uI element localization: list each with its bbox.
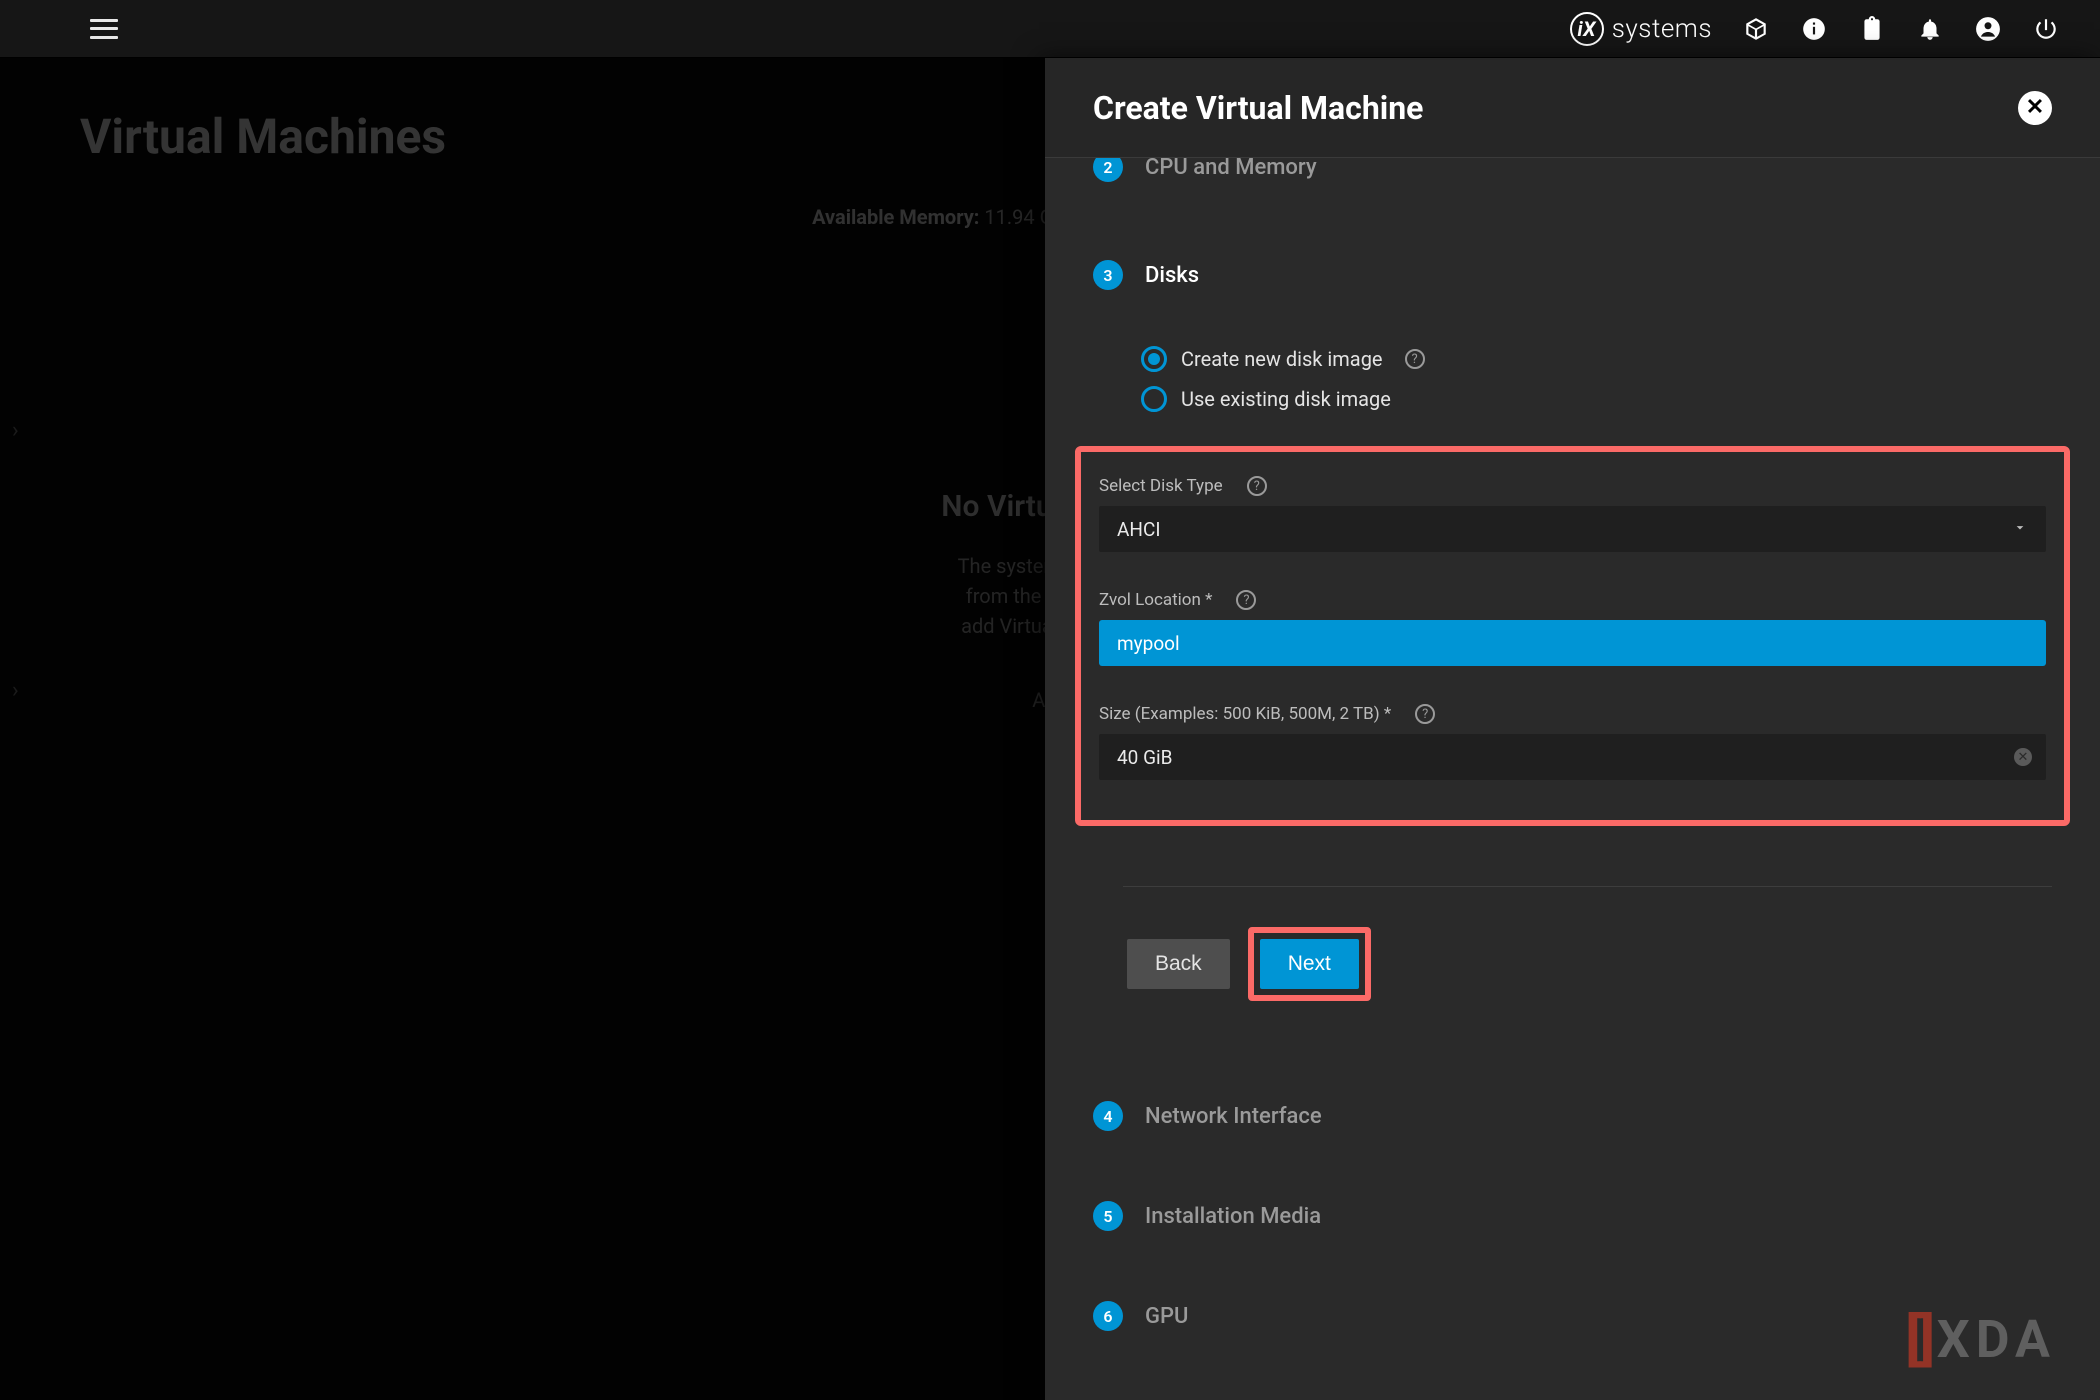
radio-label: Use existing disk image [1181,387,1391,411]
radio-use-existing-disk[interactable]: Use existing disk image [1141,386,2052,412]
panel-body: 2 CPU and Memory 3 Disks Create new disk… [1045,158,2100,1400]
create-vm-panel: Create Virtual Machine ✕ 2 CPU and Memor… [1045,58,2100,1400]
step-label: CPU and Memory [1145,158,1317,180]
panel-title: Create Virtual Machine [1093,89,1423,127]
clipboard-icon[interactable] [1858,15,1886,43]
help-icon[interactable]: ? [1247,476,1267,496]
step-label: Installation Media [1145,1204,1321,1229]
field-label: Size (Examples: 500 KiB, 500M, 2 TB) * [1099,704,1391,724]
help-icon[interactable]: ? [1405,349,1425,369]
field-zvol-location: Zvol Location * ? mypool [1099,590,2046,666]
step-number: 2 [1093,158,1123,182]
chevron-right-icon: › [12,418,19,443]
radio-icon [1141,386,1167,412]
radio-label: Create new disk image [1181,347,1383,371]
xda-watermark: [ ] XDA [1906,1306,2056,1372]
input-value: mypool [1117,632,1180,655]
zvol-location-input[interactable]: mypool [1099,620,2046,666]
step-number: 3 [1093,260,1123,290]
step-label: Network Interface [1145,1104,1322,1129]
wizard-buttons: Back Next [1127,927,2052,1001]
power-icon[interactable] [2032,15,2060,43]
chevron-down-icon [2012,518,2028,541]
disk-source-radio-group: Create new disk image ? Use existing dis… [1141,346,2052,412]
select-value: AHCI [1117,518,1160,541]
radio-create-new-disk[interactable]: Create new disk image ? [1141,346,2052,372]
field-size: Size (Examples: 500 KiB, 500M, 2 TB) * ?… [1099,704,2046,780]
help-icon[interactable]: ? [1236,590,1256,610]
step-label: Disks [1145,263,1199,288]
back-button[interactable]: Back [1127,939,1230,989]
step-installation-media[interactable]: 5 Installation Media [1093,1201,2052,1231]
help-icon[interactable]: ? [1415,704,1435,724]
watermark-text: XDA [1937,1309,2056,1370]
disk-type-select[interactable]: AHCI [1099,506,2046,552]
chevron-right-icon: › [12,678,19,703]
close-icon[interactable]: ✕ [2018,91,2052,125]
step-number: 5 [1093,1201,1123,1231]
step-label: GPU [1145,1304,1188,1329]
brand-text: systems [1612,14,1712,44]
step-cpu-memory[interactable]: 2 CPU and Memory [1093,158,2052,182]
panel-header: Create Virtual Machine ✕ [1045,58,2100,158]
menu-icon[interactable] [90,19,118,39]
field-disk-type: Select Disk Type ? AHCI [1099,476,2046,552]
step-number: 6 [1093,1301,1123,1331]
bell-icon[interactable] [1916,15,1944,43]
field-label: Select Disk Type [1099,476,1223,496]
divider [1123,886,2052,887]
top-bar: iX systems [0,0,2100,58]
step-disks[interactable]: 3 Disks [1093,260,2052,290]
available-memory-label: Available Memory: [812,205,979,229]
step-network-interface[interactable]: 4 Network Interface [1093,1101,2052,1131]
cube-icon[interactable] [1742,15,1770,43]
size-input[interactable]: 40 GiB ✕ [1099,734,2046,780]
brand-logo: iX systems [1570,12,1712,46]
input-value: 40 GiB [1117,746,1172,769]
radio-icon [1141,346,1167,372]
account-icon[interactable] [1974,15,2002,43]
info-icon[interactable] [1800,15,1828,43]
clear-icon[interactable]: ✕ [2014,748,2032,766]
bracket-icon: [ ] [1906,1306,1927,1372]
disks-fields-highlight: Select Disk Type ? AHCI Zvol Location * … [1075,446,2070,826]
next-button-highlight: Next [1248,927,1371,1001]
next-button[interactable]: Next [1260,939,1359,989]
field-label: Zvol Location * [1099,590,1212,610]
step-number: 4 [1093,1101,1123,1131]
